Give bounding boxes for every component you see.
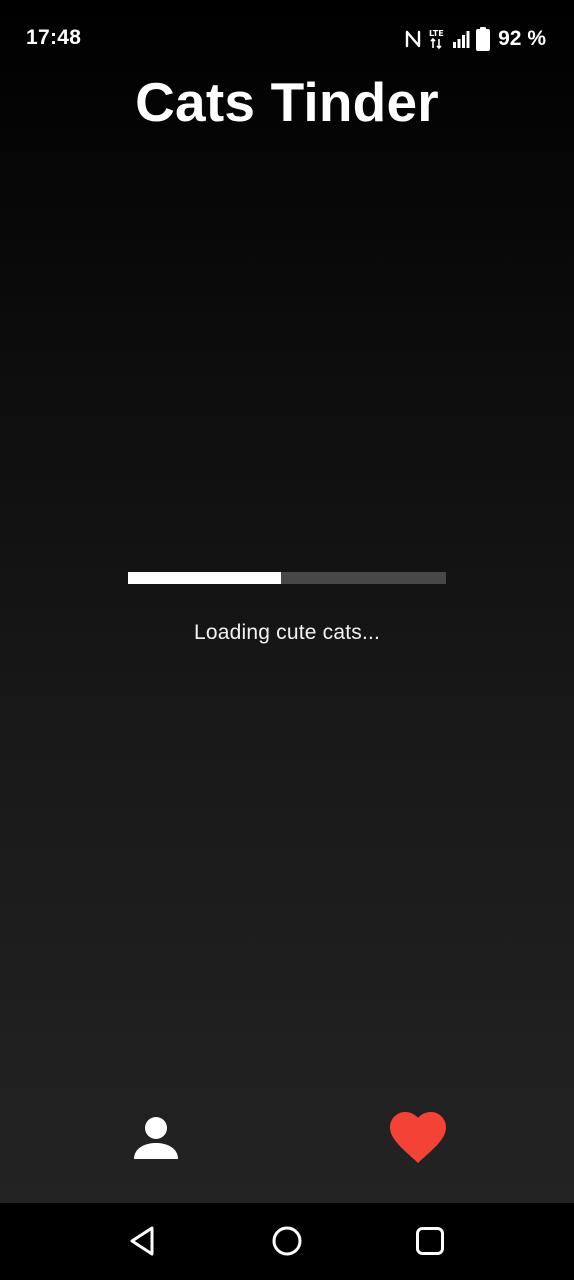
- svg-text:LTE: LTE: [429, 29, 444, 38]
- status-bar: 17:48 LTE 92 %: [0, 0, 574, 78]
- person-icon: [133, 1115, 179, 1166]
- lte-icon: LTE: [428, 28, 446, 50]
- status-time: 17:48: [26, 26, 82, 49]
- battery-icon: [476, 27, 491, 51]
- signal-icon: [452, 29, 470, 49]
- loading-text: Loading cute cats...: [193, 621, 381, 644]
- favorites-button[interactable]: [386, 1108, 450, 1172]
- bottom-nav: [0, 1100, 574, 1180]
- system-navigation-bar: [0, 1203, 574, 1280]
- heart-icon: [390, 1111, 446, 1169]
- app-screen: 17:48 LTE 92 % Cats Tinder Loading cute …: [0, 0, 574, 1203]
- back-icon: [127, 1225, 157, 1262]
- page-title: Cats Tinder: [135, 71, 439, 133]
- loading-progress-bar: [128, 572, 446, 584]
- loading-progress-fill: [128, 572, 281, 584]
- battery-percent: 92 %: [498, 27, 546, 50]
- back-button[interactable]: [122, 1223, 162, 1263]
- recents-icon: [414, 1225, 446, 1262]
- home-icon: [271, 1225, 303, 1262]
- nfc-icon: [404, 29, 422, 49]
- profile-button[interactable]: [126, 1110, 186, 1170]
- status-icons: LTE 92 %: [404, 26, 546, 52]
- home-button[interactable]: [267, 1223, 307, 1263]
- recents-button[interactable]: [410, 1223, 450, 1263]
